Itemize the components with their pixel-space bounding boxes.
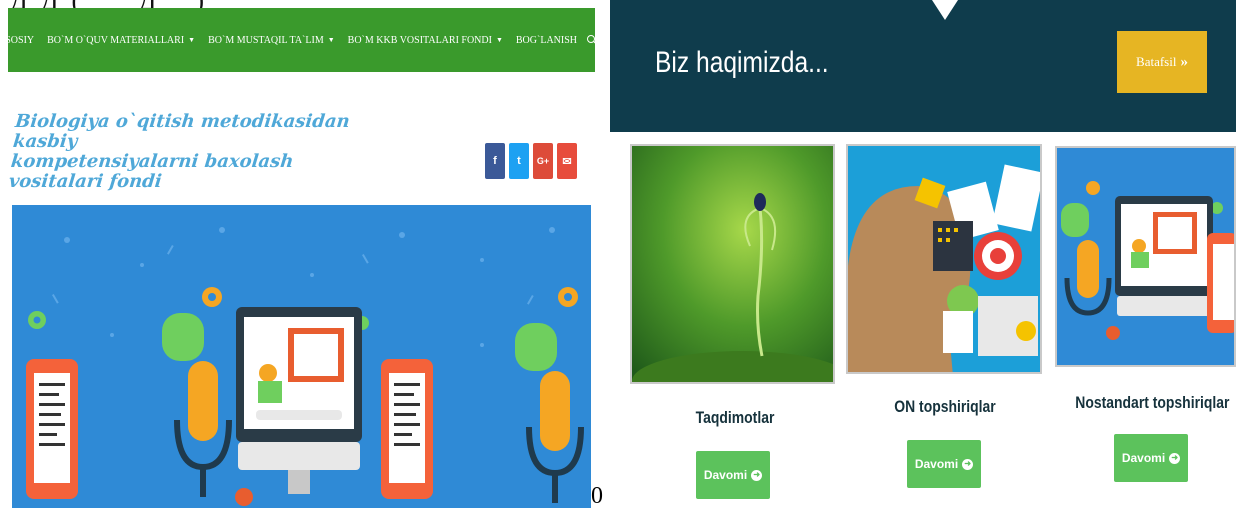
nav-item-kkb-vositalari[interactable]: BO`M KKB VOSITALARI FONDI ▼ <box>348 35 503 46</box>
main-navigation: ASOSIY BO`M O`QUV MATERIALLARI ▼ BO`M MUS… <box>0 8 595 72</box>
facebook-icon[interactable]: f <box>485 143 505 179</box>
analytics-image <box>848 146 1040 372</box>
chevron-down-icon: ▼ <box>495 36 503 44</box>
batafsil-button[interactable]: Batafsil» <box>1117 31 1207 93</box>
card-image-taqdimotlar[interactable] <box>630 144 835 384</box>
stray-character: 0 <box>591 483 603 508</box>
about-title: Biz haqimizda... <box>655 46 829 79</box>
batafsil-label: Batafsil <box>1136 54 1177 69</box>
arrow-circle-right-icon: ➜ <box>962 458 974 470</box>
twitter-icon[interactable]: t <box>509 143 529 179</box>
card-image-on-topshiriqlar[interactable] <box>846 144 1042 374</box>
banner-notch <box>932 0 958 20</box>
davomi-button-on-topshiriqlar[interactable]: Davomi ➜ <box>907 440 981 488</box>
nav-label: BO`M MUSTAQIL TA`LIM <box>208 34 324 46</box>
nav-label: BO`M O`QUV MATERIALLARI <box>47 34 185 46</box>
card-title-on-topshiriqlar[interactable]: ON topshiriqlar <box>875 397 1014 417</box>
email-icon[interactable]: ✉ <box>557 143 577 179</box>
googleplus-icon[interactable]: G+ <box>533 143 553 179</box>
davomi-button-taqdimotlar[interactable]: Davomi ➜ <box>696 451 770 499</box>
card-title-taqdimotlar[interactable]: Taqdimotlar <box>665 408 804 428</box>
davomi-button-nostandart-topshiriqlar[interactable]: Davomi ➜ <box>1114 434 1188 482</box>
nav-item-boglanish[interactable]: BOG`LANISH <box>516 35 577 46</box>
logo-line-2: kompetensiyalarni baxolash vositalari fo… <box>7 151 295 192</box>
double-chevron-right-icon: » <box>1180 53 1188 70</box>
chevron-down-icon: ▼ <box>327 36 335 44</box>
sprout-image <box>632 146 833 382</box>
logo-line-1: Biologiya o`qitish metodikasidan kasbiy <box>12 111 351 152</box>
davomi-label: Davomi <box>703 468 748 482</box>
nav-item-oquv-materiallari[interactable]: BO`M O`QUV MATERIALLARI ▼ <box>47 35 195 46</box>
site-logo[interactable]: Biologiya o`qitish metodikasidan kasbiy … <box>7 111 356 192</box>
arrow-circle-right-icon: ➜ <box>751 469 763 481</box>
hero-illustration <box>12 205 591 508</box>
davomi-label: Davomi <box>1121 451 1166 465</box>
e-learning-illustration <box>12 205 591 508</box>
arrow-circle-right-icon: ➜ <box>1169 452 1181 464</box>
card-image-nostandart-topshiriqlar[interactable] <box>1055 146 1236 367</box>
nav-item-asosiy[interactable]: ASOSIY <box>0 35 34 46</box>
nav-item-mustaqil-talim[interactable]: BO`M MUSTAQIL TA`LIM ▼ <box>208 35 335 46</box>
nav-label: ASOSIY <box>0 34 35 46</box>
nav-label: BOG`LANISH <box>515 34 577 46</box>
davomi-label: Davomi <box>914 457 959 471</box>
chevron-down-icon: ▼ <box>188 36 196 44</box>
card-title-nostandart-topshiriqlar[interactable]: Nostandart topshiriqlar <box>1075 393 1229 413</box>
e-learning-thumbnail <box>1057 148 1234 365</box>
nav-label: BO`M KKB VOSITALARI FONDI <box>347 34 492 46</box>
social-links: f t G+ ✉ <box>485 143 577 179</box>
